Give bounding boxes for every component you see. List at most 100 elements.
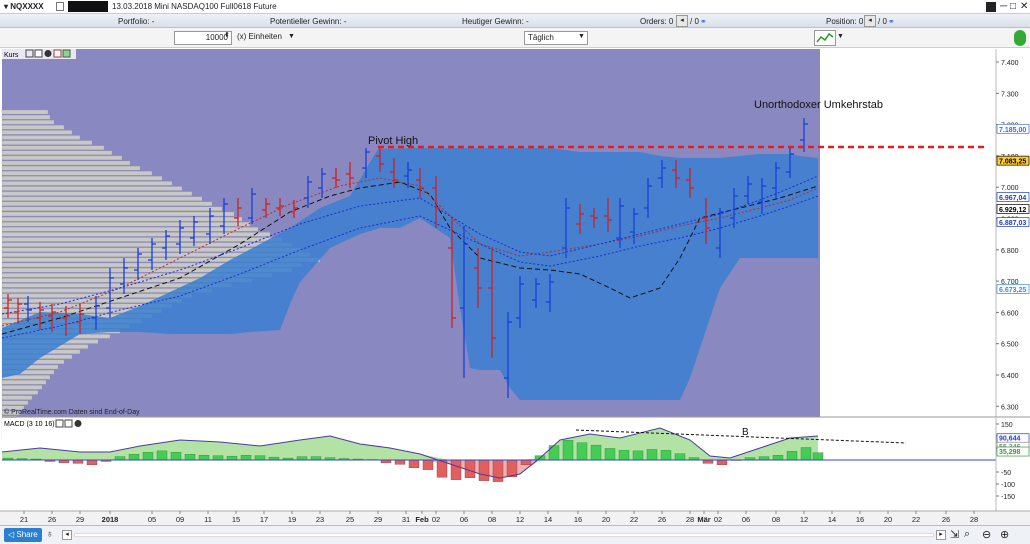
volume-profile-bar xyxy=(1,130,73,135)
macd-histogram-bar xyxy=(506,459,518,477)
macd-histogram-bar xyxy=(716,459,728,466)
time-tick-label: 20 xyxy=(884,515,892,524)
chart-type-chevron-icon[interactable]: ▼ xyxy=(837,33,844,40)
zoom-fit-icon[interactable]: ⇲ xyxy=(950,528,959,541)
time-tick-label: 14 xyxy=(828,515,836,524)
volume-profile-bar xyxy=(1,120,55,125)
macd-value-tags: 90,64455,34635,298 xyxy=(996,433,1030,457)
price-tick-label: 7.000 xyxy=(1001,185,1019,192)
price-tick-label: 6.400 xyxy=(1001,373,1019,380)
price-tick-label: 7.400 xyxy=(1001,60,1019,67)
macd-tick-label: -100 xyxy=(1001,482,1015,489)
plus-icon[interactable] xyxy=(53,49,62,58)
macd-histogram-bar xyxy=(212,455,224,461)
volume-profile-bar xyxy=(1,114,51,120)
zoom-area-icon[interactable]: ⌕ xyxy=(964,528,970,541)
volume-profile-bar xyxy=(1,237,283,242)
time-tick-label: 22 xyxy=(630,515,638,524)
add-indicator-icon[interactable] xyxy=(1014,30,1026,46)
macd-histogram-bar xyxy=(520,459,532,466)
macd-tick-label: 150 xyxy=(1001,422,1013,429)
scroll-right-button[interactable]: ▸ xyxy=(936,530,946,540)
time-tick-label: 12 xyxy=(800,515,808,524)
volume-profile-bar xyxy=(1,191,193,196)
price-panel-label: Kurs xyxy=(4,52,19,59)
chevron-down-icon[interactable]: ▼ xyxy=(288,33,295,40)
arrow-icon[interactable] xyxy=(62,49,71,58)
macd-histogram-bar xyxy=(548,445,560,461)
macd-histogram-bar xyxy=(184,454,196,461)
potential-gain-label: Potentieller Gewinn: - xyxy=(270,17,347,26)
zoom-out-icon[interactable]: ⊖ xyxy=(982,528,991,541)
scroll-left-button[interactable]: ◂ xyxy=(62,530,72,540)
macd-histogram-bar xyxy=(422,459,434,470)
horizontal-scrollbar[interactable] xyxy=(74,533,934,537)
time-tick-label: 14 xyxy=(544,515,552,524)
volume-profile-bar xyxy=(1,125,65,130)
volume-profile-bar xyxy=(1,165,141,171)
portfolio-label: Portfolio: - xyxy=(118,17,155,26)
time-tick-label: 29 xyxy=(76,515,84,524)
time-tick-label: 26 xyxy=(48,515,56,524)
window-icon[interactable] xyxy=(34,49,43,58)
macd-histogram-bar xyxy=(128,454,140,461)
position-link-icon[interactable]: ⚭ xyxy=(888,17,895,26)
volume-profile-bar xyxy=(1,222,251,227)
macd-histogram-bar xyxy=(618,450,630,461)
time-tick-label: Mär xyxy=(697,515,710,524)
price-tick-label: 6.300 xyxy=(1001,404,1019,411)
chart-area[interactable]: Pivot High Unorthodoxer Umkehrstab © Pro… xyxy=(0,48,1030,525)
volume-profile-bar xyxy=(1,186,183,191)
redacted-box xyxy=(68,1,108,12)
volume-profile-bar xyxy=(1,150,113,155)
symbol-dropdown[interactable]: ▾ NQXXXX xyxy=(4,2,44,11)
time-tick-label: 06 xyxy=(460,515,468,524)
window-title: 13.03.2018 Mini NASDAQ100 Full0618 Futur… xyxy=(112,2,277,11)
orders-label: Orders: 0 xyxy=(640,17,674,26)
macd-histogram-bar xyxy=(226,455,238,461)
volume-profile-bar xyxy=(1,171,153,176)
macd-histogram-bar xyxy=(464,459,476,478)
price-tag-label: 6.929,12 xyxy=(999,207,1026,214)
orders-toggle-icon[interactable]: ◂ xyxy=(676,15,688,27)
time-tick-label: 16 xyxy=(856,515,864,524)
price-tag-label: 7.083,25 xyxy=(999,159,1026,166)
volume-profile-bar xyxy=(1,211,235,217)
close-button[interactable]: ✕ xyxy=(1020,0,1028,14)
period-chevron-icon[interactable]: ▼ xyxy=(578,33,585,40)
volume-profile-bar xyxy=(1,400,29,405)
minimize-button[interactable]: ─ xyxy=(1000,0,1007,14)
macd-tick-label: -150 xyxy=(1001,494,1015,501)
chart-type-icon[interactable] xyxy=(814,30,836,46)
link-icon[interactable]: ⚭ xyxy=(700,17,707,26)
time-tick-label: 22 xyxy=(912,515,920,524)
price-tag-label: 6.967,04 xyxy=(999,195,1026,202)
macd-close-icon[interactable] xyxy=(74,420,82,427)
volume-profile-bar xyxy=(1,181,173,186)
share-button[interactable]: ◁ Share xyxy=(4,528,42,542)
macd-histogram-bar xyxy=(758,456,770,461)
price-tick-label: 7.300 xyxy=(1001,91,1019,98)
macd-histogram-bar xyxy=(674,453,686,461)
time-tick-label: 23 xyxy=(316,515,324,524)
quantity-stepper[interactable]: ⬍ xyxy=(224,31,230,39)
lock-icon[interactable] xyxy=(56,2,64,11)
macd-tag-label: 90,644 xyxy=(999,436,1021,443)
close-panel-icon[interactable] xyxy=(44,50,52,57)
macd-histogram-bar xyxy=(492,459,504,482)
macd-window-icon[interactable] xyxy=(64,419,73,428)
macd-histogram-bar xyxy=(786,451,798,461)
time-tick-label: 19 xyxy=(288,515,296,524)
data-source-watermark: © ProRealTime.com Daten sind End-of-Day xyxy=(4,408,140,416)
price-tick-label: 6.600 xyxy=(1001,310,1019,317)
macd-histogram-bar xyxy=(590,444,602,461)
macd-histogram-bar xyxy=(394,459,406,465)
keyboard-icon[interactable] xyxy=(986,2,996,12)
macd-histogram-bar xyxy=(156,450,168,461)
bell-icon[interactable]: ♁ xyxy=(46,529,54,540)
zoom-in-icon[interactable]: ⊕ xyxy=(1000,528,1009,541)
volume-profile-bar xyxy=(1,216,243,222)
maximize-button[interactable]: □ xyxy=(1010,0,1016,14)
position-toggle-icon[interactable]: ◂ xyxy=(864,15,876,27)
macd-histogram-bar xyxy=(72,459,84,464)
